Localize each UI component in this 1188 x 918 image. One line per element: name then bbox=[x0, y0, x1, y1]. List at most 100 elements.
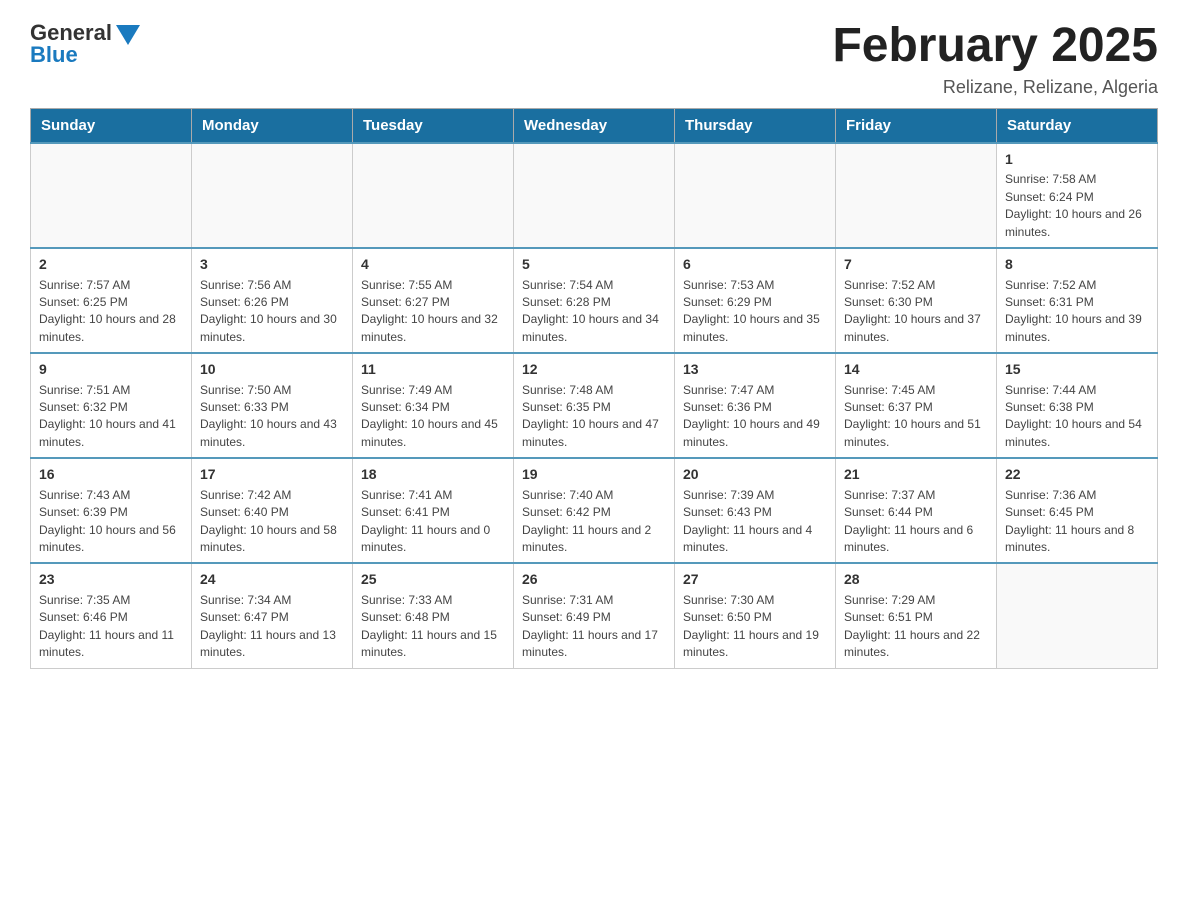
calendar-body: 1Sunrise: 7:58 AMSunset: 6:24 PMDaylight… bbox=[31, 143, 1158, 668]
day-info: Sunrise: 7:52 AMSunset: 6:30 PMDaylight:… bbox=[844, 277, 988, 347]
day-info: Sunrise: 7:44 AMSunset: 6:38 PMDaylight:… bbox=[1005, 382, 1149, 452]
day-number: 15 bbox=[1005, 360, 1149, 380]
day-of-week-thursday: Thursday bbox=[675, 108, 836, 143]
calendar-cell: 20Sunrise: 7:39 AMSunset: 6:43 PMDayligh… bbox=[675, 458, 836, 563]
day-number: 1 bbox=[1005, 150, 1149, 170]
calendar-cell: 9Sunrise: 7:51 AMSunset: 6:32 PMDaylight… bbox=[31, 353, 192, 458]
day-info: Sunrise: 7:55 AMSunset: 6:27 PMDaylight:… bbox=[361, 277, 505, 347]
calendar-title: February 2025 bbox=[832, 20, 1158, 73]
calendar-cell: 12Sunrise: 7:48 AMSunset: 6:35 PMDayligh… bbox=[514, 353, 675, 458]
day-number: 6 bbox=[683, 255, 827, 275]
calendar-cell bbox=[192, 143, 353, 248]
week-row-5: 23Sunrise: 7:35 AMSunset: 6:46 PMDayligh… bbox=[31, 563, 1158, 668]
calendar-cell: 24Sunrise: 7:34 AMSunset: 6:47 PMDayligh… bbox=[192, 563, 353, 668]
day-number: 22 bbox=[1005, 465, 1149, 485]
calendar-cell: 3Sunrise: 7:56 AMSunset: 6:26 PMDaylight… bbox=[192, 248, 353, 353]
calendar-cell: 28Sunrise: 7:29 AMSunset: 6:51 PMDayligh… bbox=[836, 563, 997, 668]
day-info: Sunrise: 7:50 AMSunset: 6:33 PMDaylight:… bbox=[200, 382, 344, 452]
calendar-cell: 23Sunrise: 7:35 AMSunset: 6:46 PMDayligh… bbox=[31, 563, 192, 668]
calendar-cell: 17Sunrise: 7:42 AMSunset: 6:40 PMDayligh… bbox=[192, 458, 353, 563]
day-info: Sunrise: 7:53 AMSunset: 6:29 PMDaylight:… bbox=[683, 277, 827, 347]
calendar-cell bbox=[675, 143, 836, 248]
calendar-cell bbox=[836, 143, 997, 248]
day-info: Sunrise: 7:40 AMSunset: 6:42 PMDaylight:… bbox=[522, 487, 666, 557]
calendar-cell: 6Sunrise: 7:53 AMSunset: 6:29 PMDaylight… bbox=[675, 248, 836, 353]
logo: General Blue bbox=[30, 20, 140, 68]
calendar-cell: 26Sunrise: 7:31 AMSunset: 6:49 PMDayligh… bbox=[514, 563, 675, 668]
day-number: 2 bbox=[39, 255, 183, 275]
day-info: Sunrise: 7:37 AMSunset: 6:44 PMDaylight:… bbox=[844, 487, 988, 557]
calendar-cell: 15Sunrise: 7:44 AMSunset: 6:38 PMDayligh… bbox=[997, 353, 1158, 458]
day-info: Sunrise: 7:35 AMSunset: 6:46 PMDaylight:… bbox=[39, 592, 183, 662]
day-of-week-tuesday: Tuesday bbox=[353, 108, 514, 143]
calendar-cell: 27Sunrise: 7:30 AMSunset: 6:50 PMDayligh… bbox=[675, 563, 836, 668]
calendar-header: SundayMondayTuesdayWednesdayThursdayFrid… bbox=[31, 108, 1158, 143]
calendar-subtitle: Relizane, Relizane, Algeria bbox=[832, 77, 1158, 98]
day-number: 7 bbox=[844, 255, 988, 275]
day-number: 28 bbox=[844, 570, 988, 590]
day-info: Sunrise: 7:33 AMSunset: 6:48 PMDaylight:… bbox=[361, 592, 505, 662]
day-number: 16 bbox=[39, 465, 183, 485]
day-info: Sunrise: 7:36 AMSunset: 6:45 PMDaylight:… bbox=[1005, 487, 1149, 557]
day-number: 27 bbox=[683, 570, 827, 590]
title-block: February 2025 Relizane, Relizane, Algeri… bbox=[832, 20, 1158, 98]
day-info: Sunrise: 7:54 AMSunset: 6:28 PMDaylight:… bbox=[522, 277, 666, 347]
day-info: Sunrise: 7:51 AMSunset: 6:32 PMDaylight:… bbox=[39, 382, 183, 452]
day-info: Sunrise: 7:39 AMSunset: 6:43 PMDaylight:… bbox=[683, 487, 827, 557]
logo-triangle-icon bbox=[116, 25, 140, 45]
day-number: 11 bbox=[361, 360, 505, 380]
day-info: Sunrise: 7:31 AMSunset: 6:49 PMDaylight:… bbox=[522, 592, 666, 662]
week-row-4: 16Sunrise: 7:43 AMSunset: 6:39 PMDayligh… bbox=[31, 458, 1158, 563]
day-info: Sunrise: 7:58 AMSunset: 6:24 PMDaylight:… bbox=[1005, 171, 1149, 241]
calendar-cell: 4Sunrise: 7:55 AMSunset: 6:27 PMDaylight… bbox=[353, 248, 514, 353]
calendar-cell: 19Sunrise: 7:40 AMSunset: 6:42 PMDayligh… bbox=[514, 458, 675, 563]
logo-blue-text: Blue bbox=[30, 42, 78, 68]
day-info: Sunrise: 7:56 AMSunset: 6:26 PMDaylight:… bbox=[200, 277, 344, 347]
calendar-cell: 2Sunrise: 7:57 AMSunset: 6:25 PMDaylight… bbox=[31, 248, 192, 353]
day-info: Sunrise: 7:34 AMSunset: 6:47 PMDaylight:… bbox=[200, 592, 344, 662]
calendar-cell bbox=[997, 563, 1158, 668]
calendar-cell bbox=[353, 143, 514, 248]
day-info: Sunrise: 7:57 AMSunset: 6:25 PMDaylight:… bbox=[39, 277, 183, 347]
calendar-cell: 13Sunrise: 7:47 AMSunset: 6:36 PMDayligh… bbox=[675, 353, 836, 458]
day-number: 23 bbox=[39, 570, 183, 590]
calendar-cell: 8Sunrise: 7:52 AMSunset: 6:31 PMDaylight… bbox=[997, 248, 1158, 353]
day-info: Sunrise: 7:43 AMSunset: 6:39 PMDaylight:… bbox=[39, 487, 183, 557]
day-number: 3 bbox=[200, 255, 344, 275]
week-row-2: 2Sunrise: 7:57 AMSunset: 6:25 PMDaylight… bbox=[31, 248, 1158, 353]
calendar-cell: 18Sunrise: 7:41 AMSunset: 6:41 PMDayligh… bbox=[353, 458, 514, 563]
calendar-table: SundayMondayTuesdayWednesdayThursdayFrid… bbox=[30, 108, 1158, 669]
week-row-3: 9Sunrise: 7:51 AMSunset: 6:32 PMDaylight… bbox=[31, 353, 1158, 458]
calendar-cell: 10Sunrise: 7:50 AMSunset: 6:33 PMDayligh… bbox=[192, 353, 353, 458]
day-number: 4 bbox=[361, 255, 505, 275]
day-of-week-monday: Monday bbox=[192, 108, 353, 143]
day-number: 21 bbox=[844, 465, 988, 485]
calendar-cell: 14Sunrise: 7:45 AMSunset: 6:37 PMDayligh… bbox=[836, 353, 997, 458]
day-number: 17 bbox=[200, 465, 344, 485]
day-number: 14 bbox=[844, 360, 988, 380]
calendar-cell: 1Sunrise: 7:58 AMSunset: 6:24 PMDaylight… bbox=[997, 143, 1158, 248]
day-info: Sunrise: 7:29 AMSunset: 6:51 PMDaylight:… bbox=[844, 592, 988, 662]
day-number: 5 bbox=[522, 255, 666, 275]
calendar-cell: 5Sunrise: 7:54 AMSunset: 6:28 PMDaylight… bbox=[514, 248, 675, 353]
day-info: Sunrise: 7:42 AMSunset: 6:40 PMDaylight:… bbox=[200, 487, 344, 557]
calendar-cell: 7Sunrise: 7:52 AMSunset: 6:30 PMDaylight… bbox=[836, 248, 997, 353]
day-of-week-wednesday: Wednesday bbox=[514, 108, 675, 143]
day-info: Sunrise: 7:41 AMSunset: 6:41 PMDaylight:… bbox=[361, 487, 505, 557]
calendar-cell: 21Sunrise: 7:37 AMSunset: 6:44 PMDayligh… bbox=[836, 458, 997, 563]
day-number: 9 bbox=[39, 360, 183, 380]
day-number: 10 bbox=[200, 360, 344, 380]
day-of-week-sunday: Sunday bbox=[31, 108, 192, 143]
day-info: Sunrise: 7:30 AMSunset: 6:50 PMDaylight:… bbox=[683, 592, 827, 662]
calendar-cell bbox=[514, 143, 675, 248]
day-number: 18 bbox=[361, 465, 505, 485]
day-info: Sunrise: 7:45 AMSunset: 6:37 PMDaylight:… bbox=[844, 382, 988, 452]
day-number: 8 bbox=[1005, 255, 1149, 275]
calendar-cell: 25Sunrise: 7:33 AMSunset: 6:48 PMDayligh… bbox=[353, 563, 514, 668]
day-of-week-saturday: Saturday bbox=[997, 108, 1158, 143]
calendar-cell: 22Sunrise: 7:36 AMSunset: 6:45 PMDayligh… bbox=[997, 458, 1158, 563]
day-number: 12 bbox=[522, 360, 666, 380]
page-header: General Blue February 2025 Relizane, Rel… bbox=[30, 20, 1158, 98]
day-number: 24 bbox=[200, 570, 344, 590]
day-number: 19 bbox=[522, 465, 666, 485]
